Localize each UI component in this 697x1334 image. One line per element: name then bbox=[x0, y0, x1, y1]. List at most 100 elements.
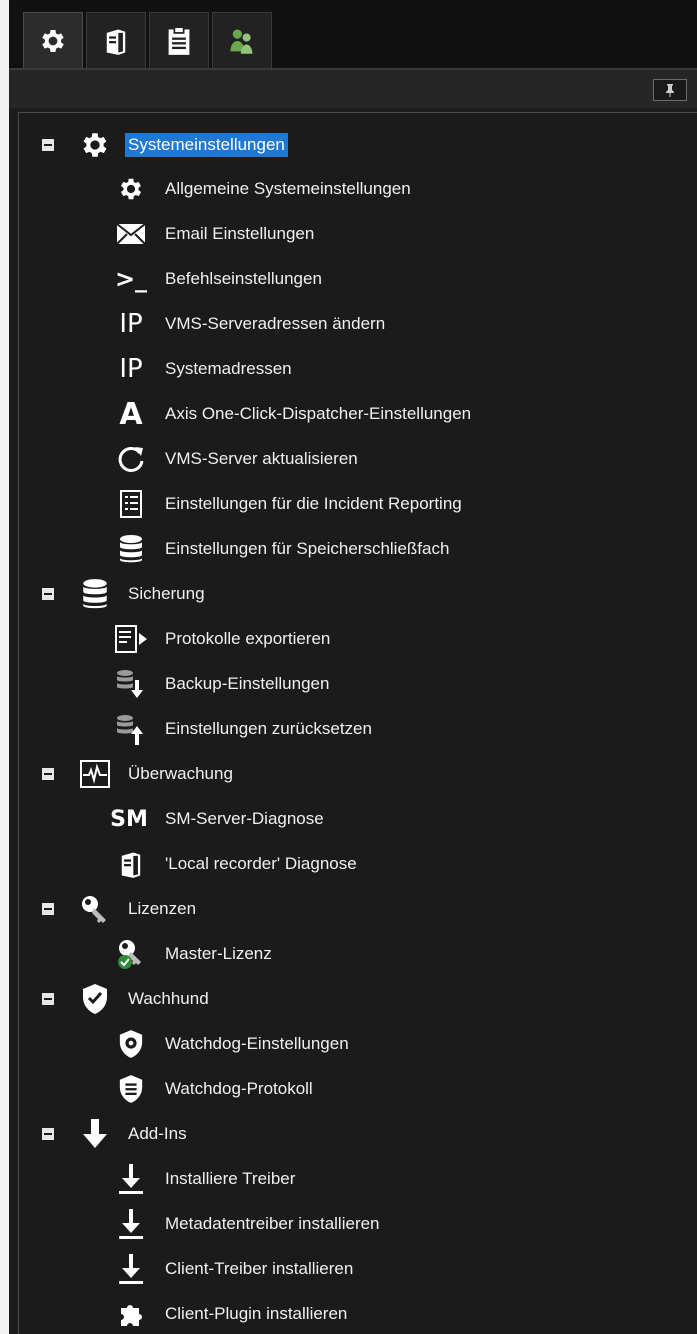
gear-icon bbox=[42, 29, 64, 52]
tree-item-local-diag[interactable]: 'Local recorder' Diagnose bbox=[19, 844, 679, 884]
tree-item-vms-adressen[interactable]: IP VMS-Serveradressen ändern bbox=[19, 304, 679, 344]
tree-label: VMS-Server aktualisieren bbox=[165, 449, 358, 468]
tree-item-befehl[interactable]: >_ Befehlseinstellungen bbox=[19, 259, 679, 299]
tree-item-speicher[interactable]: Einstellungen für Speicherschließfach bbox=[19, 529, 679, 569]
puzzle-icon bbox=[113, 1296, 149, 1332]
tree-label: Watchdog-Protokoll bbox=[165, 1079, 313, 1098]
collapse-toggle[interactable] bbox=[42, 768, 54, 780]
tree-label: Wachhund bbox=[128, 989, 209, 1008]
tree-item-meta[interactable]: Metadatentreiber installieren bbox=[19, 1204, 679, 1244]
export-log-icon bbox=[113, 621, 149, 657]
tree-item-backup[interactable]: Backup-Einstellungen bbox=[19, 664, 679, 704]
tree-label: Befehlseinstellungen bbox=[165, 269, 322, 288]
shield-gear-icon bbox=[113, 1026, 149, 1062]
tree-label: Systemeinstellungen bbox=[125, 133, 288, 157]
tree-item-email[interactable]: Email Einstellungen bbox=[19, 214, 679, 254]
tree-label: Einstellungen für Speicherschließfach bbox=[165, 539, 450, 558]
clipboard-icon bbox=[168, 25, 190, 55]
tree-item-incident[interactable]: Einstellungen für die Incident Reporting bbox=[19, 484, 679, 524]
gear-icon bbox=[77, 127, 113, 163]
install-icon bbox=[113, 1206, 149, 1242]
key-icon bbox=[77, 891, 113, 927]
tree-item-vms-update[interactable]: VMS-Server aktualisieren bbox=[19, 439, 679, 479]
download-arrow-icon bbox=[77, 1116, 113, 1152]
toolbar bbox=[9, 70, 697, 108]
pin-button[interactable] bbox=[653, 79, 687, 101]
ip-icon: IP bbox=[119, 354, 143, 384]
tree-label: Einstellungen für die Incident Reporting bbox=[165, 494, 462, 513]
server-icon bbox=[113, 846, 149, 882]
tree-label: Protokolle exportieren bbox=[165, 629, 331, 648]
tree-item-reset[interactable]: Einstellungen zurücksetzen bbox=[19, 709, 679, 749]
tree-node-sicherung[interactable]: Sicherung bbox=[19, 574, 679, 614]
list-document-icon bbox=[113, 486, 149, 522]
pin-icon bbox=[666, 84, 674, 97]
tree-item-master-lizenz[interactable]: Master-Lizenz bbox=[19, 934, 679, 974]
tree-label: Metadatentreiber installieren bbox=[165, 1214, 380, 1233]
tree-item-client-treiber[interactable]: Client-Treiber installieren bbox=[19, 1249, 679, 1289]
shield-check-icon bbox=[77, 981, 113, 1017]
tree-label: Axis One-Click-Dispatcher-Einstellungen bbox=[165, 404, 472, 423]
tree-label: Einstellungen zurücksetzen bbox=[165, 719, 372, 738]
tree-item-allgemeine[interactable]: Allgemeine Systemeinstellungen bbox=[19, 169, 679, 209]
tree-item-systemadressen[interactable]: IP Systemadressen bbox=[19, 349, 679, 389]
tree-label: Master-Lizenz bbox=[165, 944, 272, 963]
server-icon bbox=[106, 28, 126, 55]
tree-label: Client-Plugin installieren bbox=[165, 1304, 348, 1323]
ip-icon: IP bbox=[119, 309, 143, 339]
collapse-toggle[interactable] bbox=[42, 139, 54, 151]
tree-node-ueberwachung[interactable]: Überwachung bbox=[19, 754, 679, 794]
tree-label: Installiere Treiber bbox=[165, 1169, 296, 1188]
sm-icon: SM bbox=[110, 806, 148, 832]
tab-bar bbox=[9, 0, 697, 68]
collapse-toggle[interactable] bbox=[42, 588, 54, 600]
tree-item-sm-diag[interactable]: SM SM-Server-Diagnose bbox=[19, 799, 679, 839]
tree-node-addins[interactable]: Add-Ins bbox=[19, 1114, 679, 1154]
tree-label: Sicherung bbox=[128, 584, 205, 603]
tree-node-systemeinstellungen[interactable]: Systemeinstellungen bbox=[19, 125, 679, 165]
collapse-toggle[interactable] bbox=[42, 1128, 54, 1140]
tree-node-lizenzen[interactable]: Lizenzen bbox=[19, 889, 679, 929]
license-check-icon bbox=[113, 936, 149, 972]
settings-tree: Systemeinstellungen Allgemeine Systemein… bbox=[18, 112, 697, 1334]
refresh-icon bbox=[113, 441, 149, 477]
tree-label: Allgemeine Systemeinstellungen bbox=[165, 179, 411, 198]
tree-label: Email Einstellungen bbox=[165, 224, 315, 243]
tree-label: Systemadressen bbox=[165, 359, 292, 378]
tree-item-treiber[interactable]: Installiere Treiber bbox=[19, 1159, 679, 1199]
tree-label: VMS-Serveradressen ändern bbox=[165, 314, 386, 333]
tab-reports[interactable] bbox=[149, 12, 209, 68]
tree-item-wd-settings[interactable]: Watchdog-Einstellungen bbox=[19, 1024, 679, 1064]
install-icon bbox=[113, 1251, 149, 1287]
database-upload-icon bbox=[113, 711, 149, 747]
collapse-toggle[interactable] bbox=[42, 903, 54, 915]
axis-icon: A bbox=[119, 396, 143, 432]
database-download-icon bbox=[113, 666, 149, 702]
tree-node-wachhund[interactable]: Wachhund bbox=[19, 979, 679, 1019]
database-icon bbox=[77, 576, 113, 612]
install-icon bbox=[113, 1161, 149, 1197]
tree-label: Client-Treiber installieren bbox=[165, 1259, 354, 1278]
terminal-icon: >_ bbox=[114, 265, 148, 293]
tree-item-plugin[interactable]: Client-Plugin installieren bbox=[19, 1294, 679, 1334]
tree-label: SM-Server-Diagnose bbox=[165, 809, 324, 828]
shield-list-icon bbox=[113, 1071, 149, 1107]
tree-label: Add-Ins bbox=[128, 1124, 187, 1143]
tree-label: Lizenzen bbox=[128, 899, 197, 918]
database-icon bbox=[113, 531, 149, 567]
window-edge bbox=[0, 0, 9, 1334]
tree-label: 'Local recorder' Diagnose bbox=[165, 854, 357, 873]
tab-settings[interactable] bbox=[23, 12, 83, 68]
tree-item-wd-log[interactable]: Watchdog-Protokoll bbox=[19, 1069, 679, 1109]
tree-item-axis[interactable]: A Axis One-Click-Dispatcher-Einstellunge… bbox=[19, 394, 679, 434]
collapse-toggle[interactable] bbox=[42, 993, 54, 1005]
tree-label: Überwachung bbox=[128, 764, 233, 783]
tree-label: Watchdog-Einstellungen bbox=[165, 1034, 349, 1053]
tree-item-protokolle[interactable]: Protokolle exportieren bbox=[19, 619, 679, 659]
gear-icon bbox=[113, 171, 149, 207]
tab-servers[interactable] bbox=[86, 12, 146, 68]
tree-label: Backup-Einstellungen bbox=[165, 674, 330, 693]
tab-users[interactable] bbox=[212, 12, 272, 68]
heartbeat-monitor-icon bbox=[77, 756, 113, 792]
envelope-icon bbox=[113, 216, 149, 252]
